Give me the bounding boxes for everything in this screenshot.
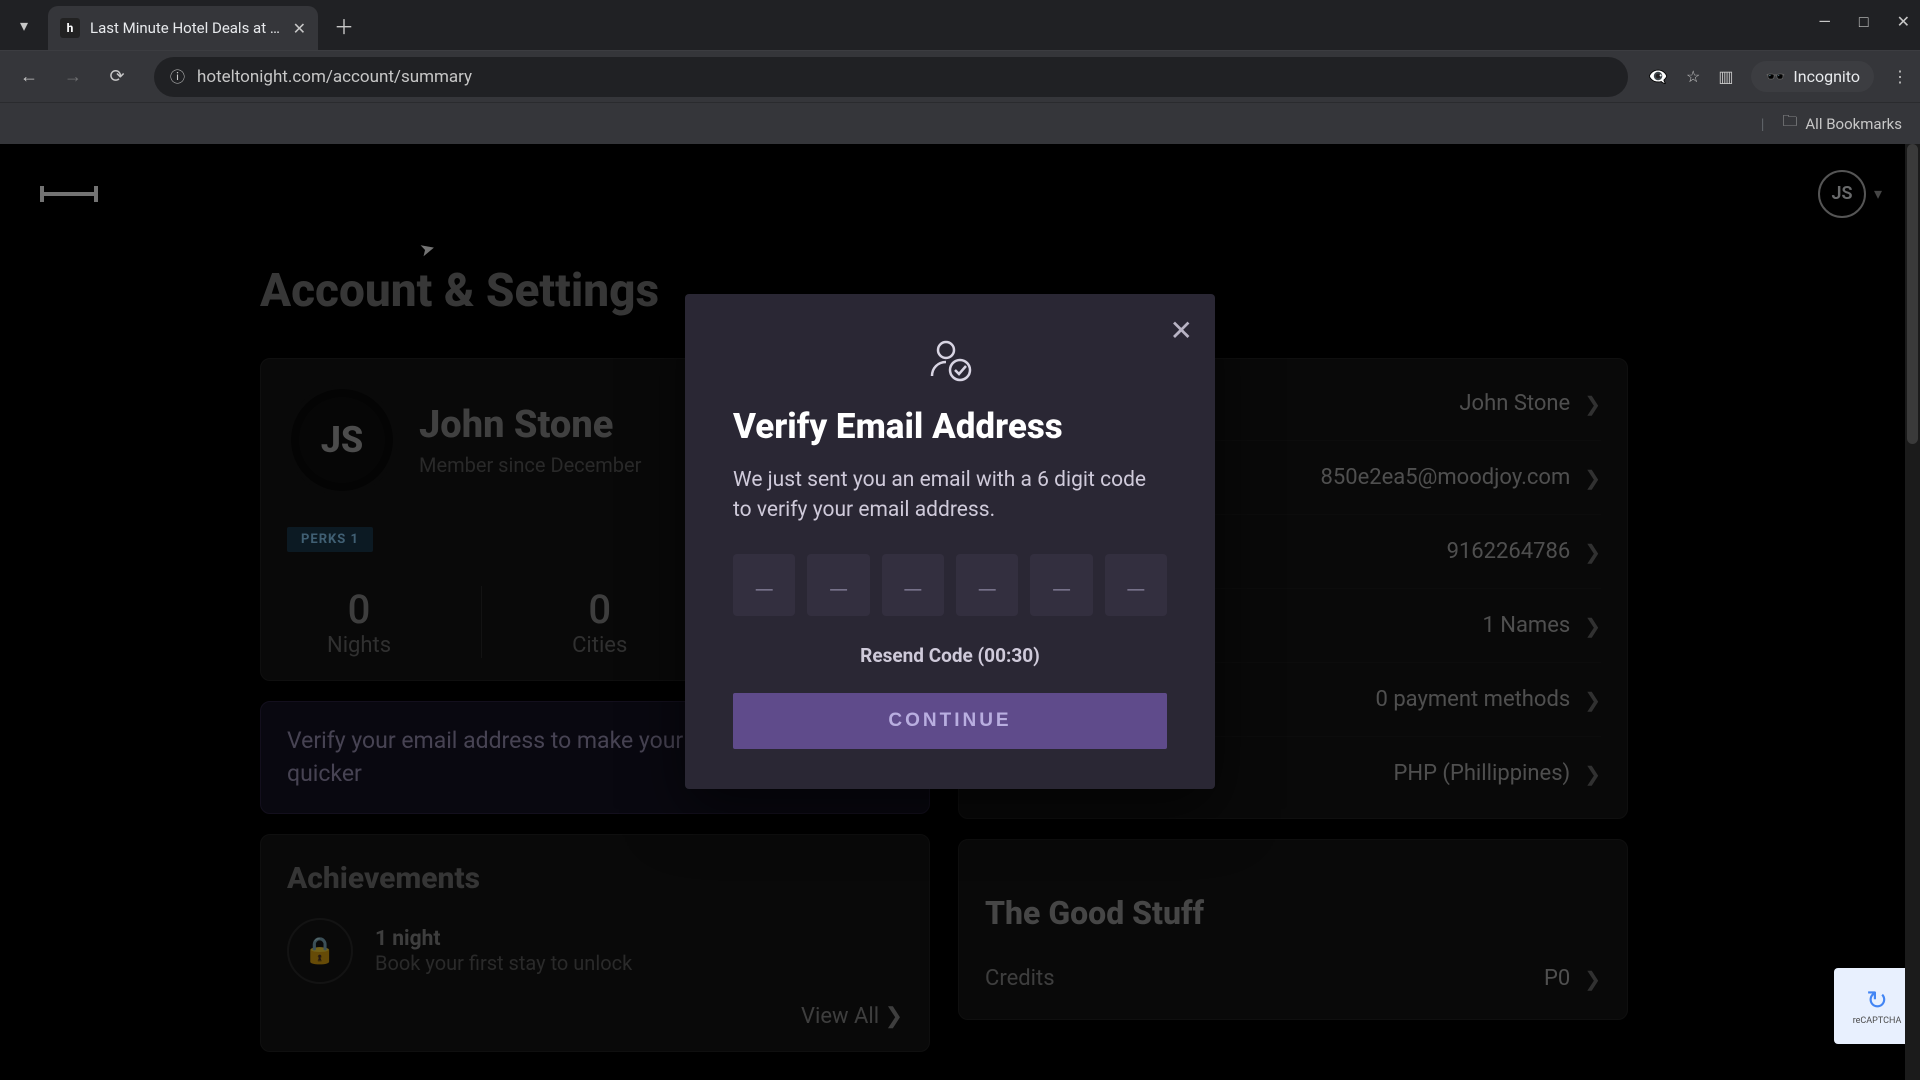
browser-toolbar: ← → ⟳ ⓘ hoteltonight.com/account/summary… <box>0 50 1920 102</box>
code-digit-1[interactable]: — <box>733 554 795 616</box>
window-controls: — □ ✕ <box>1818 12 1910 32</box>
incognito-indicator[interactable]: 🕶️ Incognito <box>1751 61 1874 92</box>
window-minimize-icon[interactable]: — <box>1818 12 1831 32</box>
window-maximize-icon[interactable]: □ <box>1859 12 1869 32</box>
incognito-icon: 🕶️ <box>1765 67 1785 86</box>
url-text: hoteltonight.com/account/summary <box>197 67 472 87</box>
modal-close-button[interactable]: ✕ <box>1170 314 1193 347</box>
site-info-icon[interactable]: ⓘ <box>170 66 185 87</box>
browser-tab-strip: ▾ h Last Minute Hotel Deals at Gre ✕ ＋ —… <box>0 0 1920 50</box>
verify-email-modal: ✕ Verify Email Address We just sent you … <box>685 294 1215 789</box>
back-button[interactable]: ← <box>12 60 46 94</box>
code-digit-5[interactable]: — <box>1030 554 1092 616</box>
tracking-off-icon[interactable]: 👁️‍🗨️ <box>1648 67 1668 86</box>
modal-body: We just sent you an email with a 6 digit… <box>733 465 1167 526</box>
window-close-icon[interactable]: ✕ <box>1897 12 1910 32</box>
favicon-icon: h <box>60 18 80 38</box>
user-verify-icon <box>733 336 1167 384</box>
scrollbar-thumb[interactable] <box>1907 144 1918 444</box>
forward-button[interactable]: → <box>56 60 90 94</box>
code-digit-6[interactable]: — <box>1105 554 1167 616</box>
code-input-group: — — — — — — <box>733 554 1167 616</box>
resend-code-button[interactable]: Resend Code (00:30) <box>733 644 1167 667</box>
browser-tab[interactable]: h Last Minute Hotel Deals at Gre ✕ <box>48 6 318 50</box>
tab-close-icon[interactable]: ✕ <box>293 19 306 38</box>
bookmarks-separator: | <box>1761 115 1765 133</box>
code-digit-4[interactable]: — <box>956 554 1018 616</box>
code-digit-3[interactable]: — <box>882 554 944 616</box>
tab-title: Last Minute Hotel Deals at Gre <box>90 19 283 37</box>
side-panel-icon[interactable]: ▥ <box>1718 67 1733 86</box>
address-bar[interactable]: ⓘ hoteltonight.com/account/summary <box>154 57 1628 97</box>
all-bookmarks-button[interactable]: All Bookmarks <box>1805 115 1902 133</box>
continue-button[interactable]: CONTINUE <box>733 693 1167 749</box>
incognito-label: Incognito <box>1793 67 1860 86</box>
chrome-menu-icon[interactable]: ⋮ <box>1892 67 1908 86</box>
tab-search-dropdown[interactable]: ▾ <box>0 3 48 47</box>
recaptcha-label: reCAPTCHA <box>1853 1016 1902 1026</box>
bookmarks-folder-icon: 🗀 <box>1782 111 1797 136</box>
code-digit-2[interactable]: — <box>807 554 869 616</box>
recaptcha-icon: ↻ <box>1866 986 1888 1016</box>
new-tab-button[interactable]: ＋ <box>326 7 362 43</box>
bookmarks-bar: | 🗀 All Bookmarks <box>0 102 1920 144</box>
vertical-scrollbar[interactable] <box>1905 144 1920 1080</box>
reload-button[interactable]: ⟳ <box>100 60 134 94</box>
page-viewport: JS ▾ Account & Settings JS John <box>0 144 1920 1080</box>
bookmark-star-icon[interactable]: ☆ <box>1686 67 1700 86</box>
modal-title: Verify Email Address <box>733 406 1167 447</box>
